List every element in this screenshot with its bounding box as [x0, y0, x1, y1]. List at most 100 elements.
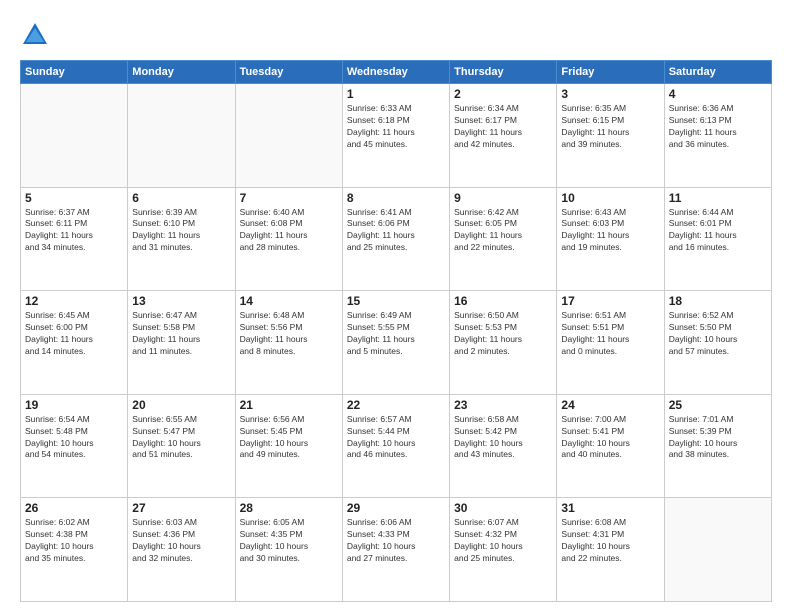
- day-number: 8: [347, 191, 445, 205]
- weekday-header-wednesday: Wednesday: [342, 61, 449, 84]
- day-number: 6: [132, 191, 230, 205]
- day-info: Sunrise: 6:43 AM Sunset: 6:03 PM Dayligh…: [561, 207, 659, 255]
- calendar-cell: 16 Sunrise: 6:50 AM Sunset: 5:53 PM Dayli…: [450, 291, 557, 395]
- day-info: Sunrise: 6:37 AM Sunset: 6:11 PM Dayligh…: [25, 207, 123, 255]
- weekday-header-saturday: Saturday: [664, 61, 771, 84]
- day-number: 10: [561, 191, 659, 205]
- day-info: Sunrise: 6:47 AM Sunset: 5:58 PM Dayligh…: [132, 310, 230, 358]
- week-row-3: 12 Sunrise: 6:45 AM Sunset: 6:00 PM Dayli…: [21, 291, 772, 395]
- day-info: Sunrise: 6:33 AM Sunset: 6:18 PM Dayligh…: [347, 103, 445, 151]
- day-number: 25: [669, 398, 767, 412]
- day-number: 21: [240, 398, 338, 412]
- weekday-header-sunday: Sunday: [21, 61, 128, 84]
- day-number: 16: [454, 294, 552, 308]
- day-number: 3: [561, 87, 659, 101]
- calendar-cell: 9 Sunrise: 6:42 AM Sunset: 6:05 PM Daylig…: [450, 187, 557, 291]
- day-number: 19: [25, 398, 123, 412]
- day-number: 2: [454, 87, 552, 101]
- calendar-cell: 4 Sunrise: 6:36 AM Sunset: 6:13 PM Daylig…: [664, 84, 771, 188]
- day-number: 1: [347, 87, 445, 101]
- calendar-cell: [21, 84, 128, 188]
- day-number: 7: [240, 191, 338, 205]
- day-info: Sunrise: 6:02 AM Sunset: 4:38 PM Dayligh…: [25, 517, 123, 565]
- day-info: Sunrise: 6:39 AM Sunset: 6:10 PM Dayligh…: [132, 207, 230, 255]
- day-number: 26: [25, 501, 123, 515]
- day-number: 18: [669, 294, 767, 308]
- day-number: 31: [561, 501, 659, 515]
- day-info: Sunrise: 6:55 AM Sunset: 5:47 PM Dayligh…: [132, 414, 230, 462]
- page: SundayMondayTuesdayWednesdayThursdayFrid…: [0, 0, 792, 612]
- calendar-cell: [128, 84, 235, 188]
- day-number: 15: [347, 294, 445, 308]
- day-info: Sunrise: 6:58 AM Sunset: 5:42 PM Dayligh…: [454, 414, 552, 462]
- day-info: Sunrise: 6:42 AM Sunset: 6:05 PM Dayligh…: [454, 207, 552, 255]
- day-info: Sunrise: 6:41 AM Sunset: 6:06 PM Dayligh…: [347, 207, 445, 255]
- calendar-cell: 6 Sunrise: 6:39 AM Sunset: 6:10 PM Daylig…: [128, 187, 235, 291]
- day-info: Sunrise: 6:06 AM Sunset: 4:33 PM Dayligh…: [347, 517, 445, 565]
- day-info: Sunrise: 6:48 AM Sunset: 5:56 PM Dayligh…: [240, 310, 338, 358]
- day-info: Sunrise: 6:52 AM Sunset: 5:50 PM Dayligh…: [669, 310, 767, 358]
- day-number: 30: [454, 501, 552, 515]
- calendar-cell: 11Sunrise: 6:44 AM Sunset: 6:01 PM Dayli…: [664, 187, 771, 291]
- calendar-cell: 25Sunrise: 7:01 AM Sunset: 5:39 PM Dayli…: [664, 394, 771, 498]
- day-info: Sunrise: 6:50 AM Sunset: 5:53 PM Dayligh…: [454, 310, 552, 358]
- calendar-cell: 5 Sunrise: 6:37 AM Sunset: 6:11 PM Daylig…: [21, 187, 128, 291]
- calendar-cell: 30 Sunrise: 6:07 AM Sunset: 4:32 PM Dayli…: [450, 498, 557, 602]
- day-number: 5: [25, 191, 123, 205]
- weekday-header-friday: Friday: [557, 61, 664, 84]
- calendar-cell: 27Sunrise: 6:03 AM Sunset: 4:36 PM Dayli…: [128, 498, 235, 602]
- calendar-cell: [235, 84, 342, 188]
- logo-icon: [20, 20, 50, 50]
- weekday-header-row: SundayMondayTuesdayWednesdayThursdayFrid…: [21, 61, 772, 84]
- week-row-4: 19 Sunrise: 6:54 AM Sunset: 5:48 PM Dayli…: [21, 394, 772, 498]
- calendar-cell: 28 Sunrise: 6:05 AM Sunset: 4:35 PM Dayli…: [235, 498, 342, 602]
- calendar-cell: 8 Sunrise: 6:41 AM Sunset: 6:06 PM Daylig…: [342, 187, 449, 291]
- logo: [20, 20, 54, 50]
- weekday-header-tuesday: Tuesday: [235, 61, 342, 84]
- calendar-cell: 10 Sunrise: 6:43 AM Sunset: 6:03 PM Dayli…: [557, 187, 664, 291]
- calendar-cell: 14 Sunrise: 6:48 AM Sunset: 5:56 PM Dayli…: [235, 291, 342, 395]
- day-number: 20: [132, 398, 230, 412]
- day-info: Sunrise: 6:54 AM Sunset: 5:48 PM Dayligh…: [25, 414, 123, 462]
- day-number: 22: [347, 398, 445, 412]
- calendar-cell: 21 Sunrise: 6:56 AM Sunset: 5:45 PM Dayli…: [235, 394, 342, 498]
- calendar-cell: 12 Sunrise: 6:45 AM Sunset: 6:00 PM Dayli…: [21, 291, 128, 395]
- day-info: Sunrise: 6:49 AM Sunset: 5:55 PM Dayligh…: [347, 310, 445, 358]
- day-info: Sunrise: 6:56 AM Sunset: 5:45 PM Dayligh…: [240, 414, 338, 462]
- day-info: Sunrise: 6:08 AM Sunset: 4:31 PM Dayligh…: [561, 517, 659, 565]
- week-row-2: 5 Sunrise: 6:37 AM Sunset: 6:11 PM Daylig…: [21, 187, 772, 291]
- day-number: 9: [454, 191, 552, 205]
- calendar-cell: 26 Sunrise: 6:02 AM Sunset: 4:38 PM Dayli…: [21, 498, 128, 602]
- day-info: Sunrise: 6:03 AM Sunset: 4:36 PM Dayligh…: [132, 517, 230, 565]
- header: [20, 20, 772, 50]
- calendar-cell: 3 Sunrise: 6:35 AM Sunset: 6:15 PM Daylig…: [557, 84, 664, 188]
- calendar-cell: 23 Sunrise: 6:58 AM Sunset: 5:42 PM Dayli…: [450, 394, 557, 498]
- day-info: Sunrise: 6:35 AM Sunset: 6:15 PM Dayligh…: [561, 103, 659, 151]
- day-number: 12: [25, 294, 123, 308]
- day-number: 24: [561, 398, 659, 412]
- day-number: 13: [132, 294, 230, 308]
- day-info: Sunrise: 6:05 AM Sunset: 4:35 PM Dayligh…: [240, 517, 338, 565]
- day-info: Sunrise: 6:57 AM Sunset: 5:44 PM Dayligh…: [347, 414, 445, 462]
- day-number: 4: [669, 87, 767, 101]
- day-number: 17: [561, 294, 659, 308]
- day-info: Sunrise: 6:34 AM Sunset: 6:17 PM Dayligh…: [454, 103, 552, 151]
- calendar-cell: 2 Sunrise: 6:34 AM Sunset: 6:17 PM Daylig…: [450, 84, 557, 188]
- day-info: Sunrise: 6:36 AM Sunset: 6:13 PM Dayligh…: [669, 103, 767, 151]
- day-number: 14: [240, 294, 338, 308]
- calendar-cell: 1 Sunrise: 6:33 AM Sunset: 6:18 PM Daylig…: [342, 84, 449, 188]
- day-info: Sunrise: 7:00 AM Sunset: 5:41 PM Dayligh…: [561, 414, 659, 462]
- day-info: Sunrise: 6:07 AM Sunset: 4:32 PM Dayligh…: [454, 517, 552, 565]
- calendar-cell: 19 Sunrise: 6:54 AM Sunset: 5:48 PM Dayli…: [21, 394, 128, 498]
- day-info: Sunrise: 6:45 AM Sunset: 6:00 PM Dayligh…: [25, 310, 123, 358]
- calendar-cell: 15 Sunrise: 6:49 AM Sunset: 5:55 PM Dayli…: [342, 291, 449, 395]
- day-info: Sunrise: 6:51 AM Sunset: 5:51 PM Dayligh…: [561, 310, 659, 358]
- week-row-1: 1 Sunrise: 6:33 AM Sunset: 6:18 PM Daylig…: [21, 84, 772, 188]
- day-number: 28: [240, 501, 338, 515]
- calendar-table: SundayMondayTuesdayWednesdayThursdayFrid…: [20, 60, 772, 602]
- calendar-cell: 13 Sunrise: 6:47 AM Sunset: 5:58 PM Dayli…: [128, 291, 235, 395]
- calendar-cell: 18 Sunrise: 6:52 AM Sunset: 5:50 PM Dayli…: [664, 291, 771, 395]
- week-row-5: 26 Sunrise: 6:02 AM Sunset: 4:38 PM Dayli…: [21, 498, 772, 602]
- day-number: 23: [454, 398, 552, 412]
- day-info: Sunrise: 6:44 AM Sunset: 6:01 PM Dayligh…: [669, 207, 767, 255]
